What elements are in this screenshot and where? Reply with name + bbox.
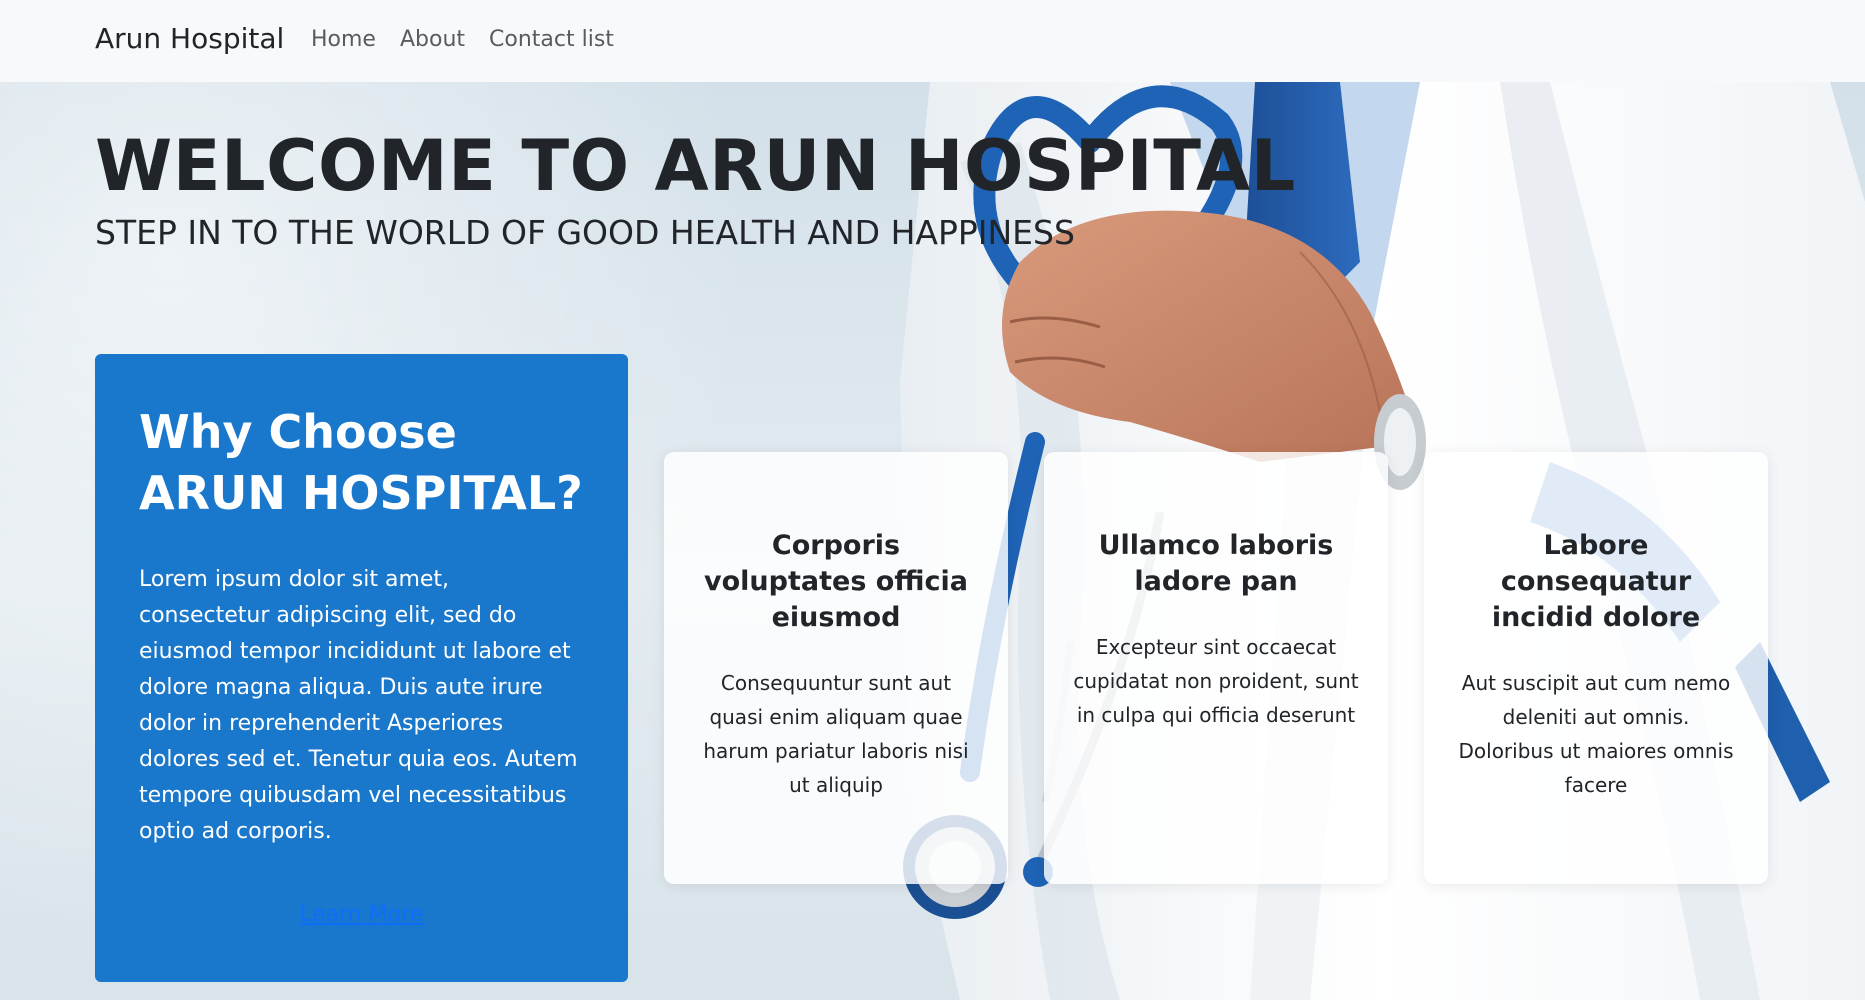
why-choose-title-line2: ARUN HOSPITAL? <box>139 466 583 520</box>
why-choose-title: Why Choose ARUN HOSPITAL? <box>139 402 584 524</box>
hero-title: WELCOME TO ARUN HOSPITAL <box>95 125 1296 207</box>
feature-card-text: Excepteur sint occaecat cupidatat non pr… <box>1073 635 1359 727</box>
feature-card-text: Aut suscipit aut cum nemo deleniti aut o… <box>1458 671 1734 797</box>
nav-link-contact-list[interactable]: Contact list <box>489 27 614 52</box>
hero-subtitle: STEP IN TO THE WORLD OF GOOD HEALTH AND … <box>95 213 1075 252</box>
why-choose-box: Why Choose ARUN HOSPITAL? Lorem ipsum do… <box>95 354 628 982</box>
feature-card: Corporis voluptates officia eiusmod Cons… <box>664 452 1008 884</box>
brand-link[interactable]: Arun Hospital <box>95 22 284 55</box>
feature-card: Ullamco laboris ladore pan Excepteur sin… <box>1044 452 1388 884</box>
feature-card-title: Corporis voluptates officia eiusmod <box>704 530 968 633</box>
nav-links: Home About Contact list <box>311 27 638 52</box>
learn-more-link[interactable]: Learn More <box>95 902 628 927</box>
why-choose-title-line1: Why Choose <box>139 405 457 459</box>
nav-link-home[interactable]: Home <box>311 27 376 52</box>
feature-card: Labore consequatur incidid dolore Aut su… <box>1424 452 1768 884</box>
feature-card-text: Consequuntur sunt aut quasi enim aliquam… <box>703 671 969 797</box>
why-choose-text: Lorem ipsum dolor sit amet, consectetur … <box>139 567 578 844</box>
navbar: Arun Hospital Home About Contact list <box>0 0 1865 82</box>
feature-card-title: Labore consequatur incidid dolore <box>1491 530 1701 633</box>
feature-card-title: Ullamco laboris ladore pan <box>1098 530 1334 597</box>
nav-link-about[interactable]: About <box>400 27 465 52</box>
